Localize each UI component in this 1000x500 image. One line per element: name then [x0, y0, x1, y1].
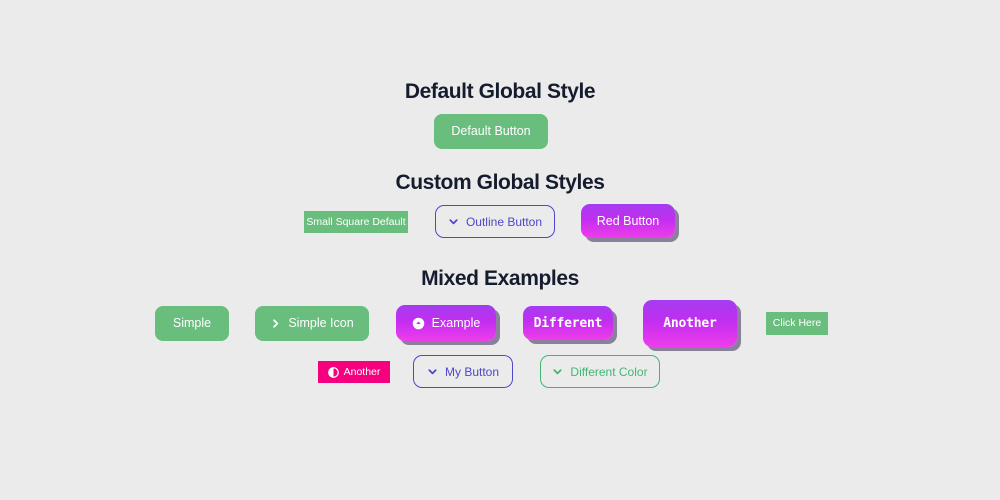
- red-button[interactable]: Red Button: [581, 204, 675, 238]
- default-button-label: Default Button: [451, 124, 531, 139]
- simple-icon-button[interactable]: Simple Icon: [255, 306, 369, 341]
- chevron-right-icon: [270, 318, 281, 329]
- another-pink-button-label: Another: [343, 365, 381, 378]
- example-button[interactable]: Example: [396, 305, 496, 341]
- chevron-down-icon: [552, 366, 563, 377]
- outline-button-label: Outline Button: [465, 214, 543, 229]
- outline-button[interactable]: Outline Button: [435, 205, 555, 238]
- default-button[interactable]: Default Button: [434, 114, 548, 149]
- small-square-default-button-label: Small Square Default: [306, 215, 406, 228]
- another-pink-button[interactable]: Another: [318, 361, 390, 383]
- section-title-custom-global-styles: Custom Global Styles: [395, 171, 605, 194]
- different-color-button-label: Different Color: [570, 364, 648, 379]
- page-root: Default Global Style Default Button Cust…: [0, 0, 1000, 500]
- my-button-label: My Button: [444, 364, 500, 379]
- contrast-circle-icon: [327, 366, 339, 378]
- simple-button-label: Simple: [172, 316, 212, 331]
- circle-arrow-icon: [412, 317, 425, 330]
- different-button-label: Different: [533, 315, 603, 331]
- click-here-button-label: Click Here: [772, 317, 822, 330]
- example-button-label: Example: [431, 315, 481, 330]
- my-button[interactable]: My Button: [413, 355, 513, 388]
- different-button[interactable]: Different: [523, 306, 613, 340]
- chevron-down-icon: [427, 366, 438, 377]
- another-button[interactable]: Another: [643, 300, 737, 347]
- simple-icon-button-label: Simple Icon: [288, 316, 354, 331]
- section-title-default-global-style: Default Global Style: [404, 80, 596, 103]
- click-here-button[interactable]: Click Here: [766, 312, 828, 335]
- another-button-label: Another: [663, 316, 717, 331]
- small-square-default-button[interactable]: Small Square Default: [304, 211, 408, 233]
- section-title-mixed-examples: Mixed Examples: [421, 267, 579, 290]
- simple-button[interactable]: Simple: [155, 306, 229, 341]
- red-button-label: Red Button: [596, 213, 660, 228]
- different-color-button[interactable]: Different Color: [540, 355, 660, 388]
- chevron-down-icon: [448, 216, 459, 227]
